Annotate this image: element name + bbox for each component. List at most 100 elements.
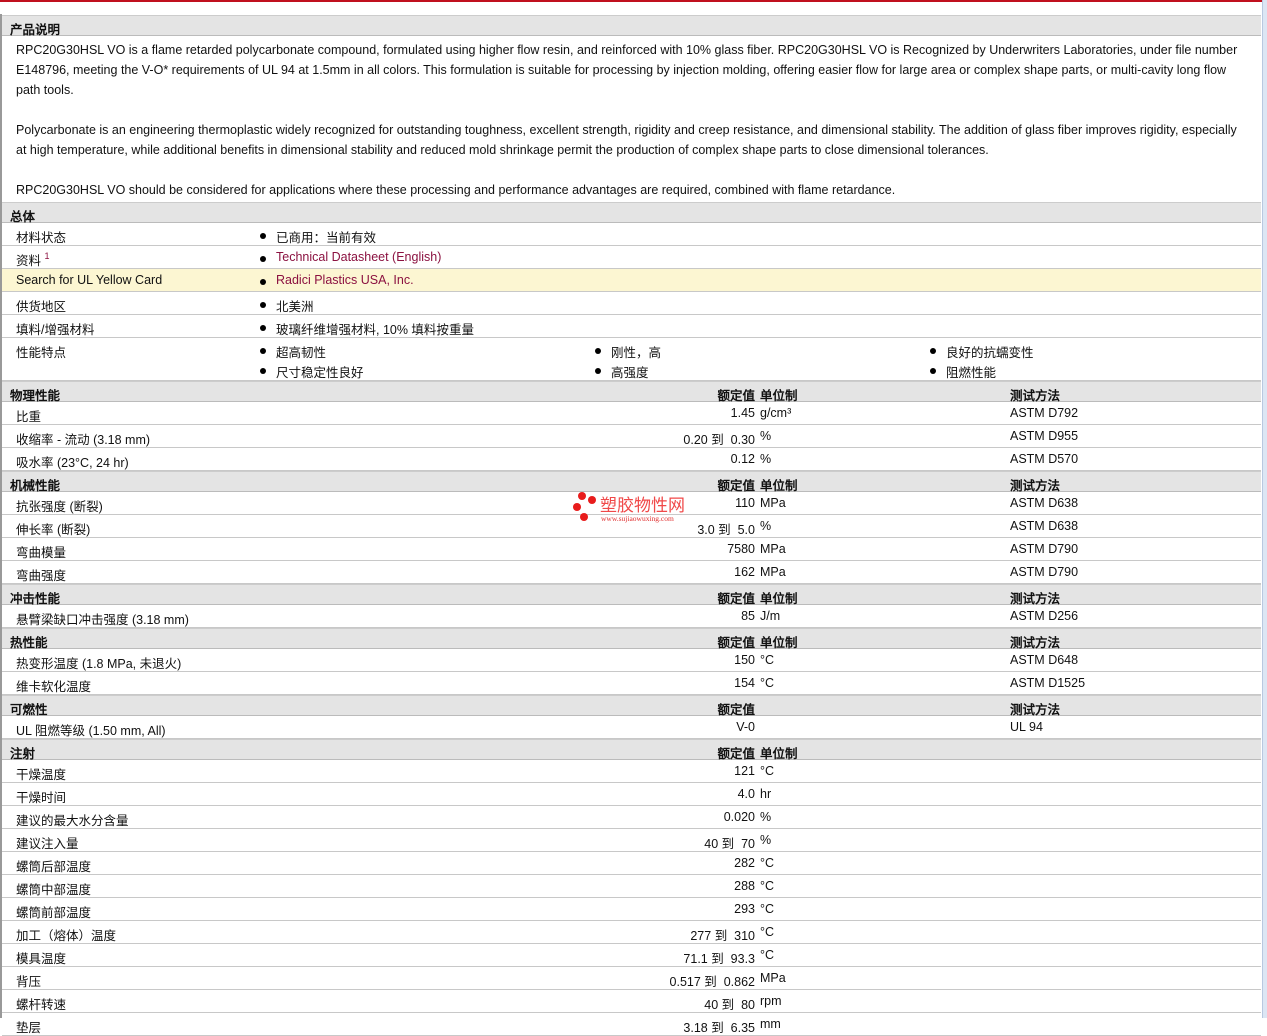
row-value: 玻璃纤维增强材料, 10% 填料按重量 <box>260 319 474 338</box>
property-row: 螺筒前部温度 293 °C <box>2 898 1261 921</box>
property-row: 螺筒后部温度 282 °C <box>2 852 1261 875</box>
feature: 刚性，高 <box>595 342 661 361</box>
property-value: 288 <box>734 879 755 893</box>
footnote-link[interactable]: 1 <box>45 251 50 261</box>
property-name: 建议的最大水分含量 <box>16 814 129 828</box>
property-sections: 物理性能 额定值 单位制 测试方法 比重 1.45 g/cm³ ASTM D79… <box>2 381 1261 1036</box>
property-value: 162 <box>734 565 755 579</box>
watermark-dot <box>578 492 586 500</box>
property-value: 0.020 <box>723 810 755 824</box>
property-test-method: ASTM D955 <box>1010 429 1079 443</box>
property-test-method: ASTM D570 <box>1010 452 1079 466</box>
property-value: 282 <box>734 856 755 870</box>
general-row-ul: Search for UL Yellow Card Radici Plastics… <box>2 269 1261 292</box>
property-unit: °C <box>760 879 775 893</box>
property-name: 吸水率 (23°C, 24 hr) <box>16 456 129 470</box>
property-value: 85 <box>741 609 755 623</box>
property-name: 螺筒后部温度 <box>16 860 92 874</box>
property-test-method: UL 94 <box>1010 720 1043 734</box>
watermark-dot <box>573 503 581 511</box>
property-row: 弯曲强度 162 MPa ASTM D790 <box>2 561 1261 584</box>
property-unit: °C <box>760 856 775 870</box>
property-name: 干燥时间 <box>16 791 67 805</box>
feature: 良好的抗蠕变性 <box>930 342 1034 361</box>
property-unit: °C <box>760 902 775 916</box>
property-row: 比重 1.45 g/cm³ ASTM D792 <box>2 402 1261 425</box>
general-row: 资料 1 Technical Datasheet (English) <box>2 246 1261 269</box>
feature: 高强度 <box>595 362 649 381</box>
property-row: UL 阻燃等级 (1.50 mm, All) V-0 UL 94 <box>2 716 1261 739</box>
property-row: 吸水率 (23°C, 24 hr) 0.12 % ASTM D570 <box>2 448 1261 471</box>
property-name: 抗张强度 (断裂) <box>16 500 103 514</box>
row-value: 北美洲 <box>260 296 314 315</box>
property-row: 建议的最大水分含量 0.020 % <box>2 806 1261 829</box>
property-row: 收缩率 - 流动 (3.18 mm) 0.20 到 0.30 % ASTM D9… <box>2 425 1261 448</box>
section-title: 产品说明 <box>10 23 61 37</box>
row-label: 供货地区 <box>16 300 67 314</box>
feature: 超高韧性 <box>260 342 326 361</box>
property-value: 121 <box>734 764 755 778</box>
property-test-method: ASTM D648 <box>1010 653 1079 667</box>
property-value: 150 <box>734 653 755 667</box>
property-value: V-0 <box>736 720 755 734</box>
section-header-description: 产品说明 <box>2 15 1261 37</box>
property-value: 293 <box>734 902 755 916</box>
feature: 阻燃性能 <box>930 362 996 381</box>
property-row: 干燥温度 121 °C <box>2 760 1261 783</box>
property-test-method: ASTM D1525 <box>1010 676 1086 690</box>
property-row: 弯曲模量 7580 MPa ASTM D790 <box>2 538 1261 561</box>
property-test-method: ASTM D638 <box>1010 496 1079 510</box>
section-header-general: 总体 <box>2 202 1261 224</box>
property-value: 71.1 到 93.3 <box>683 952 755 966</box>
watermark-url: www.sujiaowuxing.com <box>601 514 674 523</box>
property-name: 螺筒中部温度 <box>16 883 92 897</box>
top-border <box>0 0 1262 2</box>
property-name: 垫层 <box>16 1021 42 1035</box>
property-value: 40 到 70 <box>704 837 755 851</box>
watermark-title: 塑胶物性网 <box>600 496 685 515</box>
general-row: 供货地区 北美洲 <box>2 292 1261 315</box>
property-row: 建议注入量 40 到 70 % <box>2 829 1261 852</box>
row-label: Search for UL Yellow Card <box>16 273 163 287</box>
property-name: 比重 <box>16 410 42 424</box>
property-value: 154 <box>734 676 755 690</box>
property-row: 热变形温度 (1.8 MPa, 未退火) 150 °C ASTM D648 <box>2 649 1261 672</box>
watermark-logo: 塑胶物性网 www.sujiaowuxing.com <box>573 492 685 523</box>
property-test-method: ASTM D792 <box>1010 406 1079 420</box>
property-unit: mm <box>760 1017 781 1031</box>
section-header: 可燃性 额定值 测试方法 <box>2 695 1261 717</box>
property-row: 干燥时间 4.0 hr <box>2 783 1261 806</box>
property-value: 277 到 310 <box>690 929 755 943</box>
property-row: 维卡软化温度 154 °C ASTM D1525 <box>2 672 1261 695</box>
property-unit: % <box>760 452 772 466</box>
watermark-dot <box>580 513 588 521</box>
property-unit: °C <box>760 764 775 778</box>
section-header: 机械性能 额定值 单位制 测试方法 <box>2 471 1261 493</box>
description-paragraph: RPC20G30HSL VO is a flame retarded polyc… <box>16 43 1238 97</box>
property-row: 螺筒中部温度 288 °C <box>2 875 1261 898</box>
scrollbar[interactable] <box>1262 0 1267 1018</box>
property-unit: J/m <box>760 609 781 623</box>
property-unit: rpm <box>760 994 782 1008</box>
row-label: 材料状态 <box>16 231 67 245</box>
description-paragraph: Polycarbonate is an engineering thermopl… <box>16 123 1237 157</box>
row-label: 性能特点 <box>16 346 67 360</box>
general-row: 填料/增强材料 玻璃纤维增强材料, 10% 填料按重量 <box>2 315 1261 338</box>
datasheet-link[interactable]: Technical Datasheet (English) <box>260 250 441 264</box>
property-row: 悬臂梁缺口冲击强度 (3.18 mm) 85 J/m ASTM D256 <box>2 605 1261 628</box>
property-name: 建议注入量 <box>16 837 79 851</box>
feature: 尺寸稳定性良好 <box>260 362 364 381</box>
property-unit: % <box>760 810 772 824</box>
description: RPC20G30HSL VO is a flame retarded polyc… <box>2 36 1261 202</box>
property-unit: % <box>760 833 772 847</box>
property-name: 模具温度 <box>16 952 67 966</box>
property-value: 4.0 <box>737 787 755 801</box>
ul-yellow-card-link[interactable]: Radici Plastics USA, Inc. <box>260 273 414 287</box>
property-unit: °C <box>760 925 775 939</box>
property-name: 热变形温度 (1.8 MPa, 未退火) <box>16 657 182 671</box>
property-test-method: ASTM D790 <box>1010 542 1079 556</box>
property-unit: °C <box>760 653 775 667</box>
property-row: 加工（熔体）温度 277 到 310 °C <box>2 921 1261 944</box>
property-unit: hr <box>760 787 772 801</box>
property-value: 40 到 80 <box>704 998 755 1012</box>
